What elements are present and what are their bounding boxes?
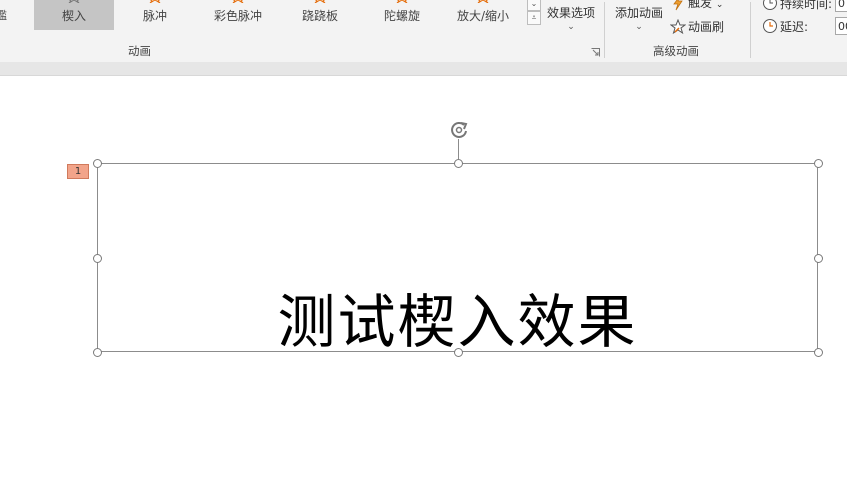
gallery-item-label: 楔入: [61, 9, 86, 23]
dialog-launcher-icon[interactable]: [591, 48, 600, 57]
animation-painter-button[interactable]: 动画刷: [670, 18, 740, 36]
animation-order-tag[interactable]: 1: [67, 164, 89, 179]
effect-options-label: 效果选项: [546, 6, 595, 20]
gallery-item-grow-shrink[interactable]: 放大/缩小: [443, 0, 523, 30]
resize-handle-top-left[interactable]: [93, 159, 102, 168]
delay-input[interactable]: 00: [835, 17, 847, 35]
star-icon: [149, 0, 161, 3]
group-separator: [750, 2, 751, 58]
resize-handle-bottom-left[interactable]: [93, 348, 102, 357]
chevron-down-icon: ⌄: [530, 0, 538, 8]
ruler-band: [0, 62, 847, 76]
animations-ribbon: 鑑 楔入 脉冲 彩色脉冲 跷跷板 陀螺旋 放大/缩小 ⌄ ⩡ 效果选项 ⌄ 动画…: [0, 0, 847, 63]
gallery-scroll: ⌄ ⩡: [527, 0, 541, 30]
gallery-item-teeter[interactable]: 跷跷板: [280, 0, 360, 30]
resize-handle-top[interactable]: [454, 159, 463, 168]
duration-row: 持续时间:: [762, 0, 842, 12]
star-icon: [396, 0, 408, 3]
chevron-down-icon: ⌄: [635, 22, 643, 32]
delay-label: 延迟:: [780, 20, 809, 34]
resize-handle-bottom[interactable]: [454, 348, 463, 357]
rotate-connector: [458, 139, 459, 159]
add-animation-label: 添加动画: [614, 6, 663, 20]
resize-handle-right[interactable]: [814, 254, 823, 263]
gallery-item-spin[interactable]: 陀螺旋: [362, 0, 442, 30]
gallery-item-label: 放大/缩小: [456, 9, 510, 23]
resize-handle-left[interactable]: [93, 254, 102, 263]
rotate-icon[interactable]: [447, 119, 471, 141]
star-icon: [477, 0, 489, 3]
gallery-more-button[interactable]: ⩡: [527, 11, 541, 25]
trigger-button[interactable]: 触发 ⌄: [670, 0, 740, 12]
add-animation-button[interactable]: 添加动画 ⌄: [608, 2, 670, 36]
gallery-scroll-down-button[interactable]: ⌄: [527, 0, 541, 11]
star-icon: [314, 0, 326, 3]
clock-icon: [763, 0, 777, 10]
delay-clock-icon: [763, 19, 777, 33]
delay-row: 延迟:: [762, 17, 842, 35]
more-icon: ⩡: [531, 13, 537, 22]
resize-handle-top-right[interactable]: [814, 159, 823, 168]
group-label-advanced-animation: 高级动画: [653, 44, 699, 58]
gallery-item-label: 跷跷板: [301, 9, 338, 23]
effect-options-button[interactable]: 效果选项 ⌄: [543, 2, 599, 36]
trigger-label: 触发 ⌄: [688, 0, 724, 10]
gallery-item-wedge[interactable]: 楔入: [34, 0, 114, 30]
gallery-item-color-pulse[interactable]: 彩色脉冲: [198, 0, 278, 30]
slide-title-text[interactable]: 测试楔入效果: [97, 275, 818, 356]
powerpoint-window: 鑑 楔入 脉冲 彩色脉冲 跷跷板 陀螺旋 放大/缩小 ⌄ ⩡ 效果选项 ⌄ 动画…: [0, 0, 847, 496]
gallery-item-pulse[interactable]: 脉冲: [115, 0, 195, 30]
group-label-animation: 动画: [128, 44, 151, 58]
chevron-down-icon: ⌄: [567, 22, 575, 32]
gallery-item-partial[interactable]: 鑑: [0, 0, 8, 30]
resize-handle-bottom-right[interactable]: [814, 348, 823, 357]
gallery-item-label: 陀螺旋: [383, 9, 420, 23]
animation-painter-label: 动画刷: [688, 20, 725, 34]
gallery-item-label: 彩色脉冲: [213, 9, 262, 23]
duration-input[interactable]: 0: [835, 0, 847, 12]
group-separator: [604, 2, 605, 58]
star-icon: [232, 0, 244, 3]
animation-painter-icon: [670, 19, 686, 35]
gallery-item-partial-label: 鑑: [0, 9, 7, 22]
star-icon: [68, 0, 80, 3]
duration-label: 持续时间:: [780, 0, 833, 11]
lightning-icon: [673, 0, 683, 11]
gallery-item-label: 脉冲: [142, 9, 167, 23]
